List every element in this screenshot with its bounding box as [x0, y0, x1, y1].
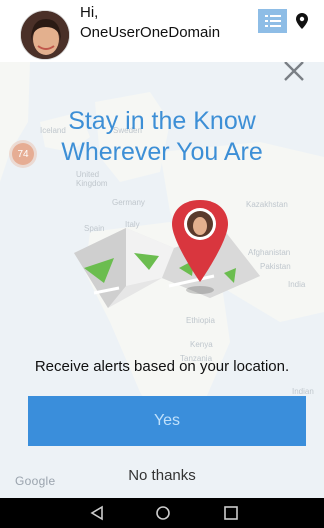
dialog-title-line1: Stay in the Know [68, 107, 256, 135]
recents-icon [224, 506, 238, 520]
location-map-illustration [74, 200, 260, 308]
system-nav-bar [0, 498, 324, 528]
list-view-button[interactable] [258, 9, 287, 33]
map-view-button[interactable] [287, 9, 316, 33]
home-icon [156, 506, 170, 520]
dialog-title: Stay in the Know Wherever You Are [0, 106, 324, 168]
recents-button[interactable] [223, 505, 239, 526]
dialog-message: Receive alerts based on your location. [34, 358, 290, 375]
greeting: Hi, OneUserOneDomain [80, 3, 220, 43]
no-thanks-button[interactable]: No thanks [0, 467, 324, 484]
back-icon [90, 505, 103, 521]
greeting-hi: Hi, [80, 4, 99, 21]
home-button[interactable] [155, 505, 171, 526]
dialog-title-line2: Wherever You Are [61, 138, 263, 166]
close-icon [284, 61, 304, 81]
avatar[interactable] [20, 10, 70, 60]
username: OneUserOneDomain [80, 24, 221, 41]
app-header: Hi, OneUserOneDomain [0, 0, 324, 62]
list-icon [264, 15, 281, 27]
back-button[interactable] [90, 505, 104, 526]
map-pin-icon [295, 13, 308, 29]
close-button[interactable] [283, 60, 305, 82]
view-toggle [258, 9, 316, 33]
yes-button[interactable]: Yes [28, 396, 306, 446]
